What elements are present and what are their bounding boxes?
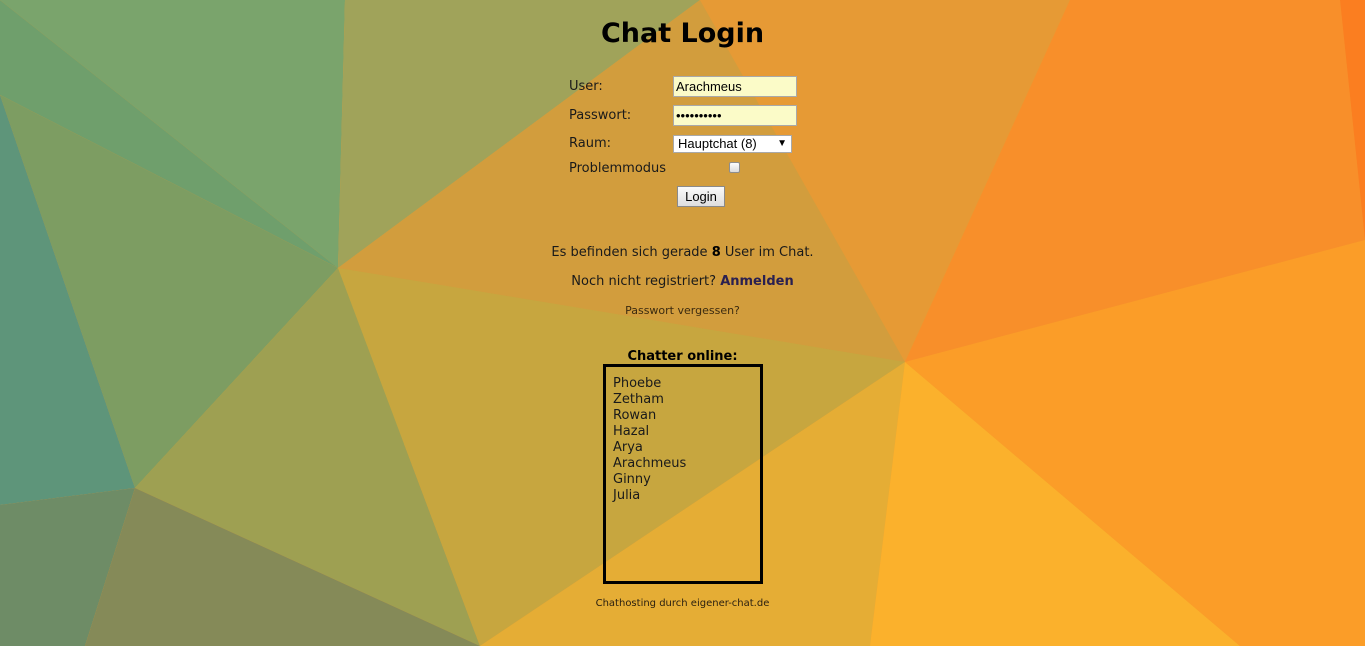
user-count-text: Es befinden sich gerade 8 User im Chat. — [0, 245, 1365, 260]
chatter-list-item[interactable]: Zetham — [613, 392, 760, 408]
user-count-suffix: User im Chat. — [720, 245, 814, 260]
password-label: Passwort: — [569, 108, 632, 123]
problem-mode-checkbox[interactable] — [729, 162, 740, 173]
chevron-down-icon: ▼ — [777, 138, 787, 149]
chatter-list-item[interactable]: Ginny — [613, 472, 760, 488]
chat-login-page: Chat Login User: Passwort: Raum: Hauptch… — [0, 0, 1365, 646]
chatter-list: Phoebe Zetham Rowan Hazal Arya Arachmeus… — [603, 364, 763, 584]
register-prefix: Noch nicht registriert? — [571, 274, 721, 289]
page-title: Chat Login — [600, 18, 765, 49]
chatter-list-item[interactable]: Phoebe — [613, 376, 760, 392]
room-select-value: Hauptchat (8) — [678, 136, 757, 151]
user-count-value: 8 — [711, 245, 721, 260]
register-link[interactable]: Anmelden — [720, 274, 794, 289]
chatter-list-item[interactable]: Arachmeus — [613, 456, 760, 472]
password-input[interactable] — [673, 105, 797, 126]
register-text: Noch nicht registriert? Anmelden — [0, 274, 1365, 289]
footer-hosting-link[interactable]: Chathosting durch eigener-chat.de — [0, 598, 1365, 609]
chatter-list-item[interactable]: Hazal — [613, 424, 760, 440]
chatter-online-heading: Chatter online: — [627, 349, 738, 364]
login-content: Chat Login User: Passwort: Raum: Hauptch… — [0, 0, 1365, 646]
problem-mode-label: Problemmodus — [569, 161, 667, 176]
chatter-list-item[interactable]: Arya — [613, 440, 760, 456]
user-label: User: — [569, 79, 603, 94]
user-count-prefix: Es befinden sich gerade — [551, 245, 712, 260]
room-label: Raum: — [569, 136, 611, 151]
user-input[interactable] — [673, 76, 797, 97]
room-select[interactable]: Hauptchat (8) ▼ — [673, 135, 792, 153]
login-button[interactable]: Login — [677, 186, 725, 207]
chatter-list-item[interactable]: Rowan — [613, 408, 760, 424]
chatter-list-item[interactable]: Julia — [613, 488, 760, 504]
forgot-password-link[interactable]: Passwort vergessen? — [625, 304, 740, 317]
forgot-password-line: Passwort vergessen? — [0, 304, 1365, 317]
